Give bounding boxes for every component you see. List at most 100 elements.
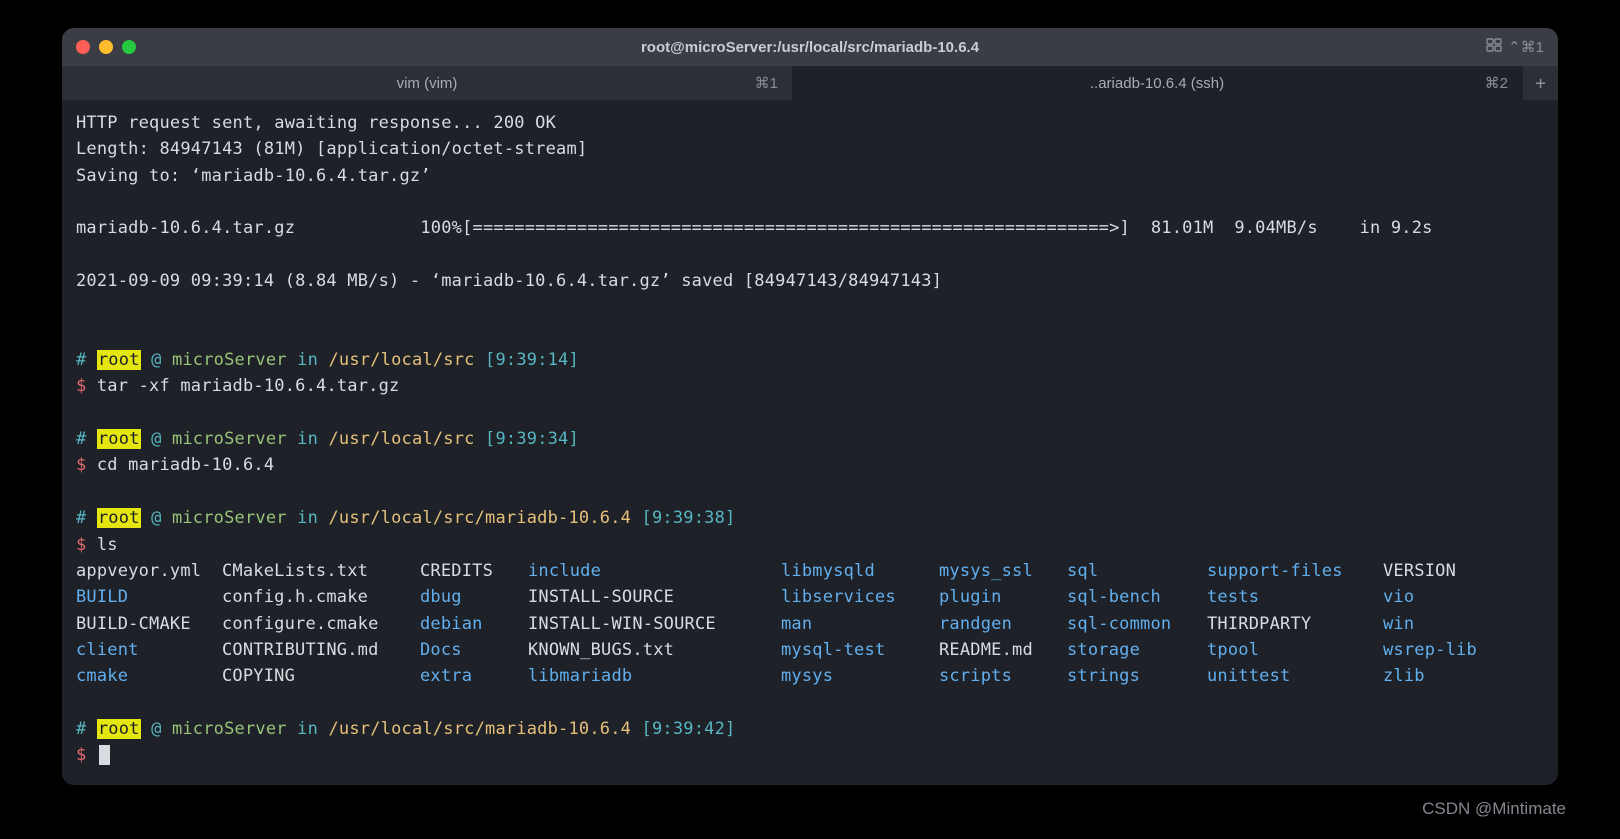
prompt-at: @ (151, 719, 161, 739)
window-title: root@microServer:/usr/local/src/mariadb-… (641, 39, 979, 56)
minimize-icon[interactable] (99, 40, 113, 54)
ls-item: support-files (1207, 558, 1383, 584)
ls-item: zlib (1383, 663, 1513, 689)
ls-item: CREDITS (420, 558, 528, 584)
tab-ssh[interactable]: ..ariadb-10.6.4 (ssh) ⌘2 (792, 66, 1522, 100)
ls-item: extra (420, 663, 528, 689)
ls-item: mysys_ssl (939, 558, 1067, 584)
progress-bar: [=======================================… (462, 218, 1130, 238)
tab-label: vim (vim) (397, 75, 458, 92)
traffic-lights (76, 40, 136, 54)
prompt-hash: # (76, 719, 86, 739)
ls-item: win (1383, 611, 1513, 637)
prompt-dollar: $ (76, 376, 86, 396)
close-icon[interactable] (76, 40, 90, 54)
prompt-time: [9:39:42] (642, 719, 736, 739)
prompt-at: @ (151, 429, 161, 449)
ls-item: THIRDPARTY (1207, 611, 1383, 637)
broadcast-shortcut-label: ⌃⌘1 (1508, 38, 1544, 56)
output-line: Length: 84947143 (81M) [application/octe… (76, 139, 587, 159)
progress-time: in 9.2s (1360, 218, 1433, 238)
ls-item: mysys (781, 663, 939, 689)
prompt-hash: # (76, 429, 86, 449)
ls-item: man (781, 611, 939, 637)
ls-item: randgen (939, 611, 1067, 637)
cursor-icon (99, 745, 110, 765)
ls-item: appveyor.yml (76, 558, 222, 584)
command: cd mariadb-10.6.4 (97, 455, 274, 475)
output-line: 2021-09-09 09:39:14 (8.84 MB/s) - ‘maria… (76, 271, 942, 291)
ls-item: libmariadb (528, 663, 781, 689)
prompt-at: @ (151, 508, 161, 528)
prompt-host: microServer (172, 719, 287, 739)
prompt-path: /usr/local/src/mariadb-10.6.4 (328, 719, 631, 739)
prompt-in: in (297, 508, 318, 528)
prompt-dollar: $ (76, 745, 86, 765)
ls-item: dbug (420, 584, 528, 610)
ls-item: strings (1067, 663, 1207, 689)
output-line: Saving to: ‘mariadb-10.6.4.tar.gz’ (76, 166, 431, 186)
ls-item: KNOWN_BUGS.txt (528, 637, 781, 663)
ls-item: tpool (1207, 637, 1383, 663)
tab-label: ..ariadb-10.6.4 (ssh) (1090, 75, 1224, 92)
ls-item: configure.cmake (222, 611, 420, 637)
ls-item: debian (420, 611, 528, 637)
ls-item: CMakeLists.txt (222, 558, 420, 584)
ls-item: wsrep-lib (1383, 637, 1513, 663)
prompt-user: root (97, 508, 141, 528)
ls-item: scripts (939, 663, 1067, 689)
ls-item: cmake (76, 663, 222, 689)
progress-name: mariadb-10.6.4.tar.gz (76, 218, 295, 238)
ls-item: config.h.cmake (222, 584, 420, 610)
new-tab-button[interactable]: + (1522, 66, 1558, 100)
ls-item: INSTALL-SOURCE (528, 584, 781, 610)
maximize-icon[interactable] (122, 40, 136, 54)
ls-item: CONTRIBUTING.md (222, 637, 420, 663)
prompt-host: microServer (172, 508, 287, 528)
watermark: CSDN @Mintimate (1422, 799, 1566, 819)
ls-item: libservices (781, 584, 939, 610)
prompt-time: [9:39:34] (485, 429, 579, 449)
progress-speed: 9.04MB/s (1234, 218, 1317, 238)
ls-item: unittest (1207, 663, 1383, 689)
prompt-dollar: $ (76, 455, 86, 475)
tab-vim[interactable]: vim (vim) ⌘1 (62, 66, 792, 100)
ls-output: appveyor.ymlCMakeLists.txtCREDITSinclude… (76, 558, 1544, 690)
prompt-path: /usr/local/src (328, 350, 474, 370)
prompt-path: /usr/local/src (328, 429, 474, 449)
ls-item: COPYING (222, 663, 420, 689)
ls-item: BUILD (76, 584, 222, 610)
ls-item: storage (1067, 637, 1207, 663)
broadcast-input-shortcut[interactable]: ⌃⌘1 (1486, 38, 1544, 56)
ls-item: mysql-test (781, 637, 939, 663)
ls-item: plugin (939, 584, 1067, 610)
command: ls (97, 535, 118, 555)
terminal-window: root@microServer:/usr/local/src/mariadb-… (62, 28, 1558, 785)
ls-item: VERSION (1383, 558, 1513, 584)
prompt-user: root (97, 719, 141, 739)
ls-item: README.md (939, 637, 1067, 663)
ls-item: sql-bench (1067, 584, 1207, 610)
ls-item: include (528, 558, 781, 584)
broadcast-icon (1486, 38, 1502, 56)
prompt-host: microServer (172, 350, 287, 370)
progress-pct: 100% (420, 218, 462, 238)
progress-size: 81.01M (1151, 218, 1214, 238)
prompt-hash: # (76, 350, 86, 370)
titlebar[interactable]: root@microServer:/usr/local/src/mariadb-… (62, 28, 1558, 66)
ls-item: tests (1207, 584, 1383, 610)
ls-item: INSTALL-WIN-SOURCE (528, 611, 781, 637)
terminal-body[interactable]: HTTP request sent, awaiting response... … (62, 100, 1558, 785)
command: tar -xf mariadb-10.6.4.tar.gz (97, 376, 400, 396)
prompt-in: in (297, 719, 318, 739)
tab-shortcut: ⌘1 (755, 74, 778, 92)
ls-item: sql-common (1067, 611, 1207, 637)
prompt-at: @ (151, 350, 161, 370)
tab-shortcut: ⌘2 (1485, 74, 1508, 92)
prompt-time: [9:39:38] (642, 508, 736, 528)
prompt-in: in (297, 350, 318, 370)
ls-item: client (76, 637, 222, 663)
prompt-host: microServer (172, 429, 287, 449)
prompt-hash: # (76, 508, 86, 528)
prompt-in: in (297, 429, 318, 449)
